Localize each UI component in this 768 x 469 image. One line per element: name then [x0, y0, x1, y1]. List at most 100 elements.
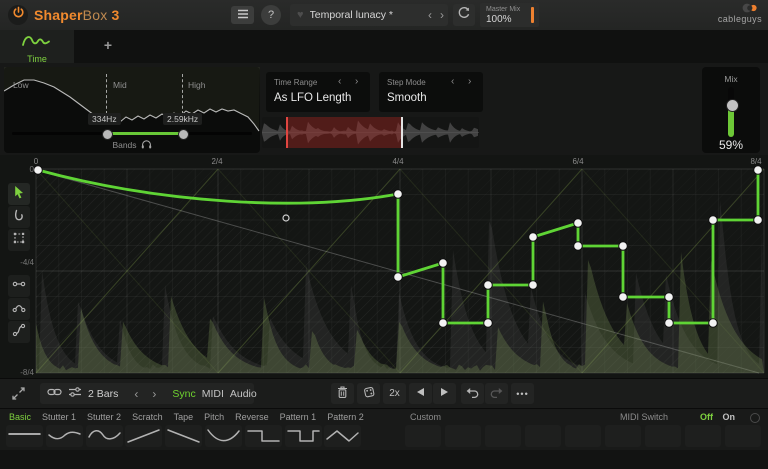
lfo-node[interactable]: [665, 293, 674, 302]
lfo-node[interactable]: [574, 242, 583, 251]
lfo-canvas[interactable]: [0, 155, 768, 378]
custom-slot-9[interactable]: [725, 425, 761, 447]
crossover-line-high[interactable]: [182, 74, 183, 114]
custom-slot-2[interactable]: [445, 425, 481, 447]
lfo-node[interactable]: [484, 281, 493, 290]
wave-preset-tile-basic[interactable]: [6, 425, 43, 447]
wave-preset-tile-pitch[interactable]: [205, 425, 242, 447]
preset-next-button[interactable]: ›: [436, 9, 448, 21]
lfo-node[interactable]: [529, 233, 538, 242]
lfo-node[interactable]: [665, 319, 674, 328]
lfo-node[interactable]: [709, 216, 718, 225]
tool-select[interactable]: [8, 229, 30, 251]
lfo-node[interactable]: [394, 273, 403, 282]
tool-s-curve[interactable]: [8, 321, 30, 343]
wave-preset-label-pattern-2[interactable]: Pattern 2: [327, 412, 364, 422]
lfo-node[interactable]: [754, 166, 763, 175]
wave-preset-label-pattern-1[interactable]: Pattern 1: [280, 412, 317, 422]
custom-slot-4[interactable]: [525, 425, 561, 447]
custom-slot-7[interactable]: [645, 425, 681, 447]
crossover-line-low[interactable]: [106, 74, 107, 114]
loop-region-start[interactable]: [286, 117, 288, 148]
custom-slot-3[interactable]: [485, 425, 521, 447]
wave-preset-label-reverse[interactable]: Reverse: [235, 412, 269, 422]
loop-length-next[interactable]: ›: [148, 388, 160, 400]
step-mode-prev-button[interactable]: ‹: [451, 76, 454, 87]
wave-preset-tile-pattern-2[interactable]: [324, 425, 361, 447]
wave-preset-tile-stutter-2[interactable]: [86, 425, 123, 447]
delete-button[interactable]: [331, 383, 354, 404]
favorite-icon[interactable]: ♥: [297, 9, 304, 21]
loop-length-prev[interactable]: ‹: [130, 388, 142, 400]
wave-preset-label-stutter-2[interactable]: Stutter 2: [87, 412, 121, 422]
crossover-freq-low[interactable]: 334Hz: [88, 113, 121, 125]
custom-slot-6[interactable]: [605, 425, 641, 447]
add-tab-button[interactable]: +: [99, 36, 117, 54]
lfo-node[interactable]: [619, 242, 628, 251]
lfo-node[interactable]: [34, 166, 43, 175]
mode-sync[interactable]: Sync: [172, 388, 195, 400]
wave-preset-tile-reverse[interactable]: [245, 425, 282, 447]
wave-preset-tile-pattern-1[interactable]: [285, 425, 322, 447]
tool-draw[interactable]: [8, 206, 30, 228]
redo-button[interactable]: [485, 383, 508, 404]
shift-right-button[interactable]: [433, 383, 456, 404]
wave-preset-tile-stutter-1[interactable]: [46, 425, 83, 447]
step-mode-next-button[interactable]: ›: [468, 76, 471, 87]
lfo-node[interactable]: [394, 190, 403, 199]
loop-length-value[interactable]: 2 Bars: [88, 388, 118, 400]
preset-prev-button[interactable]: ‹: [424, 9, 436, 21]
lfo-node[interactable]: [529, 281, 538, 290]
mode-midi[interactable]: MIDI: [202, 388, 224, 400]
tool-cursor[interactable]: [8, 183, 30, 205]
time-range-next-button[interactable]: ›: [355, 76, 358, 87]
midi-learn-icon[interactable]: [750, 413, 760, 423]
undo-button[interactable]: [461, 383, 484, 404]
double-pattern-button[interactable]: 2x: [383, 383, 406, 404]
shift-left-button[interactable]: [409, 383, 432, 404]
wave-preset-label-pitch[interactable]: Pitch: [204, 412, 224, 422]
custom-slot-5[interactable]: [565, 425, 601, 447]
step-mode-value[interactable]: Smooth: [387, 92, 427, 104]
headphones-icon[interactable]: [141, 139, 152, 151]
mix-slider-handle[interactable]: [726, 99, 739, 112]
menu-button[interactable]: [231, 6, 254, 24]
lfo-node[interactable]: [619, 293, 628, 302]
custom-slot-1[interactable]: [405, 425, 441, 447]
lfo-node[interactable]: [574, 219, 583, 228]
lfo-node[interactable]: [709, 319, 718, 328]
custom-slot-8[interactable]: [685, 425, 721, 447]
midi-switch-on[interactable]: On: [723, 412, 736, 422]
wave-preset-tile-scratch[interactable]: [125, 425, 162, 447]
loop-region-overlay[interactable]: [287, 117, 401, 148]
lfo-editor[interactable]: 02/44/46/48/40-4/4-8/4: [0, 155, 768, 378]
power-button[interactable]: [8, 5, 28, 25]
lfo-node[interactable]: [754, 216, 763, 225]
tab-time[interactable]: Time: [0, 30, 74, 63]
crossover-freq-high[interactable]: 2.59kHz: [163, 113, 202, 125]
time-range-prev-button[interactable]: ‹: [338, 76, 341, 87]
master-mix-control[interactable]: Master Mix 100%: [480, 3, 539, 27]
band-slider-range[interactable]: [106, 132, 182, 135]
wave-preset-label-stutter-1[interactable]: Stutter 1: [42, 412, 76, 422]
time-range-value[interactable]: As LFO Length: [274, 92, 351, 104]
link-icon[interactable]: [47, 385, 62, 403]
wave-preset-label-tape[interactable]: Tape: [174, 412, 194, 422]
expand-button[interactable]: [10, 385, 27, 407]
preset-name[interactable]: Temporal lunacy *: [310, 9, 424, 21]
more-options-button[interactable]: •••: [511, 383, 534, 404]
tool-line[interactable]: [8, 275, 30, 297]
audio-preview-strip[interactable]: [262, 117, 479, 148]
wave-settings-icon[interactable]: [68, 385, 82, 403]
lfo-node[interactable]: [439, 259, 448, 268]
preset-browser[interactable]: ♥ Temporal lunacy * ‹ ›: [290, 4, 448, 26]
lfo-node[interactable]: [484, 319, 493, 328]
midi-switch-off[interactable]: Off: [700, 412, 713, 422]
randomize-button[interactable]: [357, 383, 380, 404]
wave-preset-tile-tape[interactable]: [165, 425, 202, 447]
tool-arc[interactable]: [8, 298, 30, 320]
master-mix-slider[interactable]: [531, 7, 534, 23]
ab-loop-button[interactable]: [453, 4, 475, 26]
lfo-node[interactable]: [439, 319, 448, 328]
wave-preset-label-basic[interactable]: Basic: [9, 412, 31, 422]
